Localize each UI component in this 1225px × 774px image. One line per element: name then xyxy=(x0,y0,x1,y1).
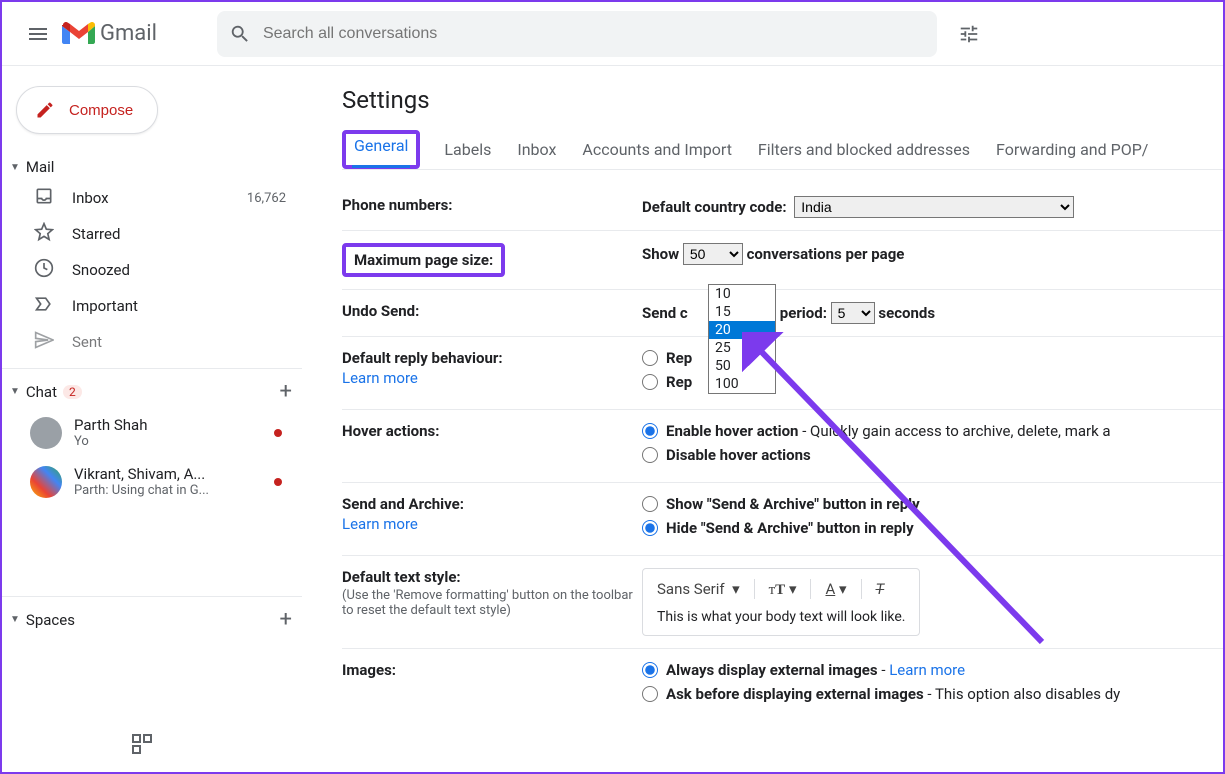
setting-text-style: Default text style: (Use the 'Remove for… xyxy=(342,556,1223,649)
chat-section-header[interactable]: ▼ Chat 2 + xyxy=(2,368,302,408)
chat-item[interactable]: Parth Shah Yo xyxy=(2,408,302,457)
spaces-section-header[interactable]: ▼ Spaces + xyxy=(2,596,302,636)
font-dropdown[interactable]: Sans Serif ▾ xyxy=(657,580,740,598)
reply-all-radio[interactable] xyxy=(642,374,658,390)
archive-show-radio[interactable] xyxy=(642,496,658,512)
images-ask-radio[interactable] xyxy=(642,686,658,702)
tab-forwarding[interactable]: Forwarding and POP/ xyxy=(994,130,1150,169)
new-chat-button[interactable]: + xyxy=(280,379,292,404)
setting-send-archive: Send and Archive: Learn more Show "Send … xyxy=(342,483,1223,556)
setting-phone: Phone numbers: Default country code: Ind… xyxy=(342,184,1223,231)
text-preview: This is what your body text will look li… xyxy=(657,609,905,625)
search-input[interactable] xyxy=(263,25,925,43)
images-always-radio[interactable] xyxy=(642,662,658,678)
learn-more-link[interactable]: Learn more xyxy=(342,515,642,533)
caret-down-icon: ▼ xyxy=(10,614,20,625)
grid-view-icon[interactable] xyxy=(130,732,154,760)
option-100[interactable]: 100 xyxy=(709,375,775,393)
avatar xyxy=(30,417,62,449)
tab-inbox[interactable]: Inbox xyxy=(515,130,558,169)
sidebar-item-starred[interactable]: Starred xyxy=(2,216,302,252)
option-20[interactable]: 20 xyxy=(709,321,775,339)
important-icon xyxy=(34,294,54,318)
tab-general[interactable]: General xyxy=(352,126,410,168)
sidebar-item-important[interactable]: Important xyxy=(2,288,302,324)
option-10[interactable]: 10 xyxy=(709,285,775,303)
archive-hide-radio[interactable] xyxy=(642,520,658,536)
star-icon xyxy=(34,222,54,246)
option-15[interactable]: 15 xyxy=(709,303,775,321)
tab-accounts[interactable]: Accounts and Import xyxy=(580,130,734,169)
clear-formatting-icon[interactable]: T xyxy=(876,580,885,598)
hover-enable-radio[interactable] xyxy=(642,423,658,439)
option-25[interactable]: 25 xyxy=(709,339,775,357)
label-highlight: Maximum page size: xyxy=(342,243,505,277)
tab-labels[interactable]: Labels xyxy=(442,130,493,169)
unread-dot xyxy=(274,429,282,437)
compose-button[interactable]: Compose xyxy=(16,86,158,134)
page-title: Settings xyxy=(342,86,1223,114)
setting-undo-send: Undo Send: Send c ion period: 5 seconds xyxy=(342,290,1223,337)
sidebar-item-inbox[interactable]: Inbox 16,762 xyxy=(2,180,302,216)
reply-radio[interactable] xyxy=(642,350,658,366)
setting-page-size: Maximum page size: Show 50 conversations… xyxy=(342,231,1223,290)
page-size-dropdown-open: 10 15 20 25 50 100 xyxy=(708,284,776,394)
tab-filters[interactable]: Filters and blocked addresses xyxy=(756,130,972,169)
country-select[interactable]: India xyxy=(794,196,1074,218)
setting-hover: Hover actions: Enable hover action - Qui… xyxy=(342,410,1223,483)
avatar xyxy=(30,466,62,498)
clock-icon xyxy=(34,258,54,282)
mail-section-header[interactable]: ▼ Mail xyxy=(2,154,302,180)
pencil-icon xyxy=(35,100,55,120)
sidebar-item-sent[interactable]: Sent xyxy=(2,324,302,360)
app-name: Gmail xyxy=(100,21,157,46)
sidebar: Compose ▼ Mail Inbox 16,762 Starred Snoo… xyxy=(2,66,302,772)
hover-disable-radio[interactable] xyxy=(642,447,658,463)
settings-panel: Settings General Labels Inbox Accounts a… xyxy=(302,66,1223,772)
inbox-icon xyxy=(34,186,54,210)
search-bar[interactable] xyxy=(217,11,937,57)
app-header: Gmail xyxy=(2,2,1223,66)
caret-down-icon: ▼ xyxy=(10,162,20,173)
search-icon xyxy=(229,23,251,45)
font-size-dropdown[interactable]: тT ▾ xyxy=(769,580,797,599)
setting-images: Images: Always display external images -… xyxy=(342,649,1223,721)
learn-more-link[interactable]: Learn more xyxy=(889,661,965,679)
gmail-logo[interactable]: Gmail xyxy=(62,21,157,47)
chat-badge: 2 xyxy=(63,385,82,399)
page-size-select[interactable]: 50 xyxy=(683,243,743,265)
settings-tabs: General Labels Inbox Accounts and Import… xyxy=(342,130,1223,170)
option-50[interactable]: 50 xyxy=(709,357,775,375)
tab-highlight: General xyxy=(342,130,420,169)
sidebar-item-snoozed[interactable]: Snoozed xyxy=(2,252,302,288)
learn-more-link[interactable]: Learn more xyxy=(342,369,642,387)
new-space-button[interactable]: + xyxy=(280,607,292,632)
chat-item[interactable]: Vikrant, Shivam, A... Parth: Using chat … xyxy=(2,457,302,506)
send-icon xyxy=(34,330,54,354)
tune-icon[interactable] xyxy=(949,14,989,54)
text-style-toolbar: Sans Serif ▾ тT ▾ A ▾ T This is what you… xyxy=(642,568,920,636)
unread-dot xyxy=(274,478,282,486)
font-color-dropdown[interactable]: A ▾ xyxy=(825,580,846,598)
setting-default-reply: Default reply behaviour: Learn more Rep … xyxy=(342,337,1223,410)
hamburger-menu-icon[interactable] xyxy=(14,10,62,58)
caret-down-icon: ▼ xyxy=(10,386,20,397)
undo-period-select[interactable]: 5 xyxy=(831,302,875,324)
